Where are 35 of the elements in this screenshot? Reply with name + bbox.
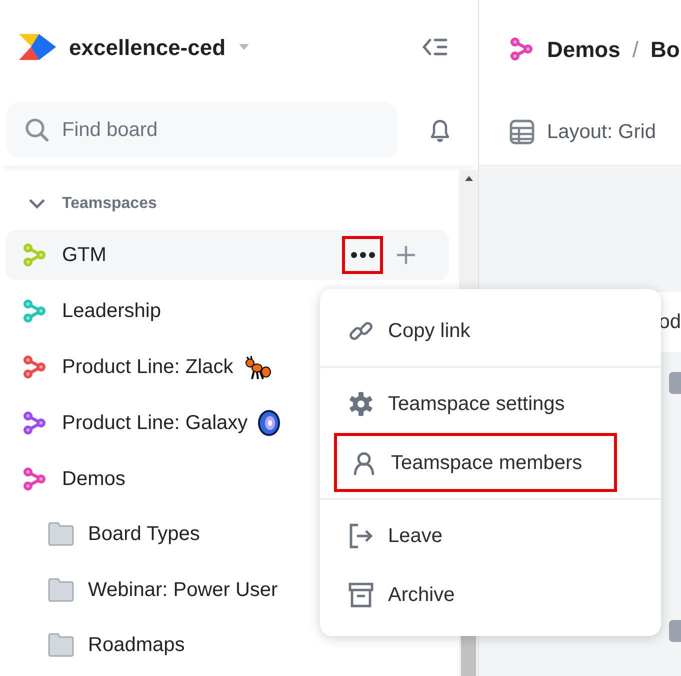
breadcrumb-separator: /	[632, 36, 638, 64]
teamspace-item[interactable]: Demos	[6, 454, 134, 504]
search-field[interactable]: Find board	[6, 102, 398, 158]
folder-icon	[48, 633, 74, 658]
breadcrumb-item[interactable]: Demos	[547, 32, 620, 66]
teamspace-item[interactable]: Product Line: Galaxy	[6, 398, 290, 448]
teamspace-item[interactable]: Product Line: Zlack	[6, 342, 280, 392]
more-button[interactable]	[342, 236, 383, 274]
section-label: Teamspaces	[62, 194, 157, 214]
folder-icon	[48, 578, 74, 602]
workspace-name[interactable]: excellence-ced	[69, 30, 226, 64]
teamspace-item[interactable]: GTM	[6, 230, 449, 280]
caret-icon	[238, 43, 250, 51]
person-icon	[351, 450, 377, 476]
exit-icon	[348, 522, 374, 548]
scrollbar-thumb[interactable]	[461, 636, 476, 676]
breadcrumb-item[interactable]: Bo	[650, 32, 680, 66]
handle-icon	[669, 620, 681, 642]
search-icon	[24, 117, 50, 143]
menu-item[interactable]: Teamspace members	[334, 433, 617, 492]
settings-icon	[348, 390, 374, 416]
notification-bell-icon	[428, 117, 452, 143]
archive-icon	[348, 582, 374, 608]
menu-item[interactable]: Teamspace settings	[334, 374, 647, 433]
teamspace-item[interactable]: Leadership	[6, 286, 169, 336]
menu-item[interactable]: Leave	[334, 506, 647, 565]
folder-icon	[48, 522, 74, 546]
logo-icon	[19, 33, 57, 61]
table-icon	[509, 118, 535, 144]
scroll-up-icon[interactable]	[464, 174, 474, 182]
layout-button[interactable]: Layout: Grid	[547, 116, 656, 146]
galaxy-icon	[256, 408, 282, 437]
menu-item[interactable]: Copy link	[334, 301, 647, 360]
handle-icon	[669, 372, 681, 394]
collapse-sidebar-icon	[422, 36, 448, 58]
